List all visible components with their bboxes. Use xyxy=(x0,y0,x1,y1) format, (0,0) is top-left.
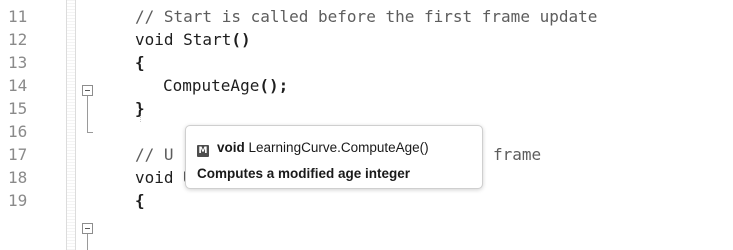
code-line[interactable]: 14 ComputeAge(); xyxy=(0,74,733,97)
line-number: 14 xyxy=(8,76,28,95)
method-call: ComputeAge(); xyxy=(163,76,289,95)
code-line[interactable]: 19 { xyxy=(0,189,733,212)
line-number: 13 xyxy=(8,53,28,72)
open-brace: { xyxy=(135,191,145,210)
method-declaration: void Start() xyxy=(135,30,251,49)
code-comment: // Start is called before the first fram… xyxy=(135,7,598,26)
code-line[interactable]: 12 void Start() xyxy=(0,28,733,51)
tooltip-return-type: void xyxy=(217,140,245,155)
line-number: 19 xyxy=(8,191,28,210)
open-brace: { xyxy=(135,53,145,72)
line-number: 17 xyxy=(8,145,28,164)
fold-guide-line xyxy=(87,234,88,250)
method-icon: M xyxy=(197,145,209,157)
tooltip-signature: LearningCurve.ComputeAge() xyxy=(248,140,429,155)
line-number: 12 xyxy=(8,30,28,49)
quick-info-tooltip: Mvoid LearningCurve.ComputeAge() Compute… xyxy=(185,125,483,189)
tooltip-signature-row: Mvoid LearningCurve.ComputeAge() xyxy=(197,140,429,157)
code-editor[interactable]: 11 // Start is called before the first f… xyxy=(0,0,733,250)
tooltip-description: Computes a modified age integer xyxy=(197,166,411,181)
code-comment-left: // U xyxy=(135,145,174,164)
code-line[interactable]: 11 // Start is called before the first f… xyxy=(0,5,733,28)
line-number: 15 xyxy=(8,99,28,118)
close-brace: } xyxy=(135,99,145,118)
line-number: 18 xyxy=(8,168,28,187)
line-number: 11 xyxy=(8,7,28,26)
code-comment-right: frame xyxy=(493,145,542,164)
line-number: 16 xyxy=(8,122,28,141)
code-line[interactable]: 15 } xyxy=(0,97,733,120)
collapse-icon[interactable] xyxy=(82,223,93,234)
code-line[interactable]: 13 { xyxy=(0,51,733,74)
